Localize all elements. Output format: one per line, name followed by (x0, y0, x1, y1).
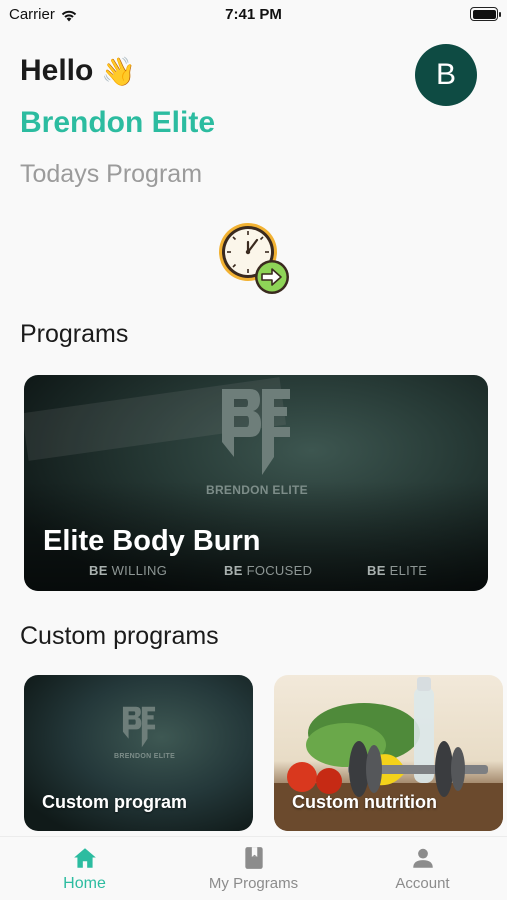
custom-program-brand: BRENDON ELITE (114, 753, 176, 760)
nav-account[interactable]: Account (338, 837, 507, 900)
program-card-elite-body-burn[interactable]: BRENDON ELITE Elite Body Burn BE WILLING… (24, 375, 488, 591)
bottom-navigation: Home My Programs Account (0, 836, 507, 900)
avatar[interactable]: B (415, 44, 477, 106)
book-icon (244, 847, 263, 869)
home-icon (73, 848, 96, 868)
nav-account-label: Account (395, 875, 450, 892)
wave-icon: 👋 (101, 55, 137, 87)
battery-icon (470, 7, 501, 21)
programs-section-title: Programs (20, 320, 129, 348)
custom-nutrition-card[interactable]: Custom nutrition (274, 675, 503, 831)
clock: 7:41 PM (225, 6, 282, 23)
custom-programs-section-title: Custom programs (20, 622, 219, 650)
person-icon (412, 848, 433, 868)
stopwatch-arrow-icon[interactable] (215, 220, 295, 300)
greeting-text: Hello (20, 54, 94, 87)
motto-elite: BE ELITE (367, 563, 428, 578)
brendon-elite-logo (222, 389, 290, 475)
custom-program-label: Custom program (42, 792, 188, 812)
program-card-brand: BRENDON ELITE (206, 483, 308, 497)
status-bar: Carrier 7:41 PM (0, 0, 507, 30)
motto-willing: BE WILLING (89, 563, 168, 578)
nav-my-programs[interactable]: My Programs (169, 837, 338, 900)
motto-focused: BE FOCUSED (224, 563, 313, 578)
nav-my-programs-label: My Programs (208, 875, 299, 892)
custom-nutrition-label: Custom nutrition (292, 792, 437, 812)
custom-program-card[interactable]: BRENDON ELITE Custom program (24, 675, 253, 831)
brendon-elite-logo-small (122, 706, 156, 748)
nav-home-label: Home (63, 875, 106, 892)
program-card-title: Elite Body Burn (43, 525, 261, 557)
nav-home[interactable]: Home (0, 837, 169, 900)
user-name: Brendon Elite (20, 106, 216, 139)
greeting: Hello 👋 (20, 54, 136, 88)
todays-program-label: Todays Program (20, 160, 203, 188)
